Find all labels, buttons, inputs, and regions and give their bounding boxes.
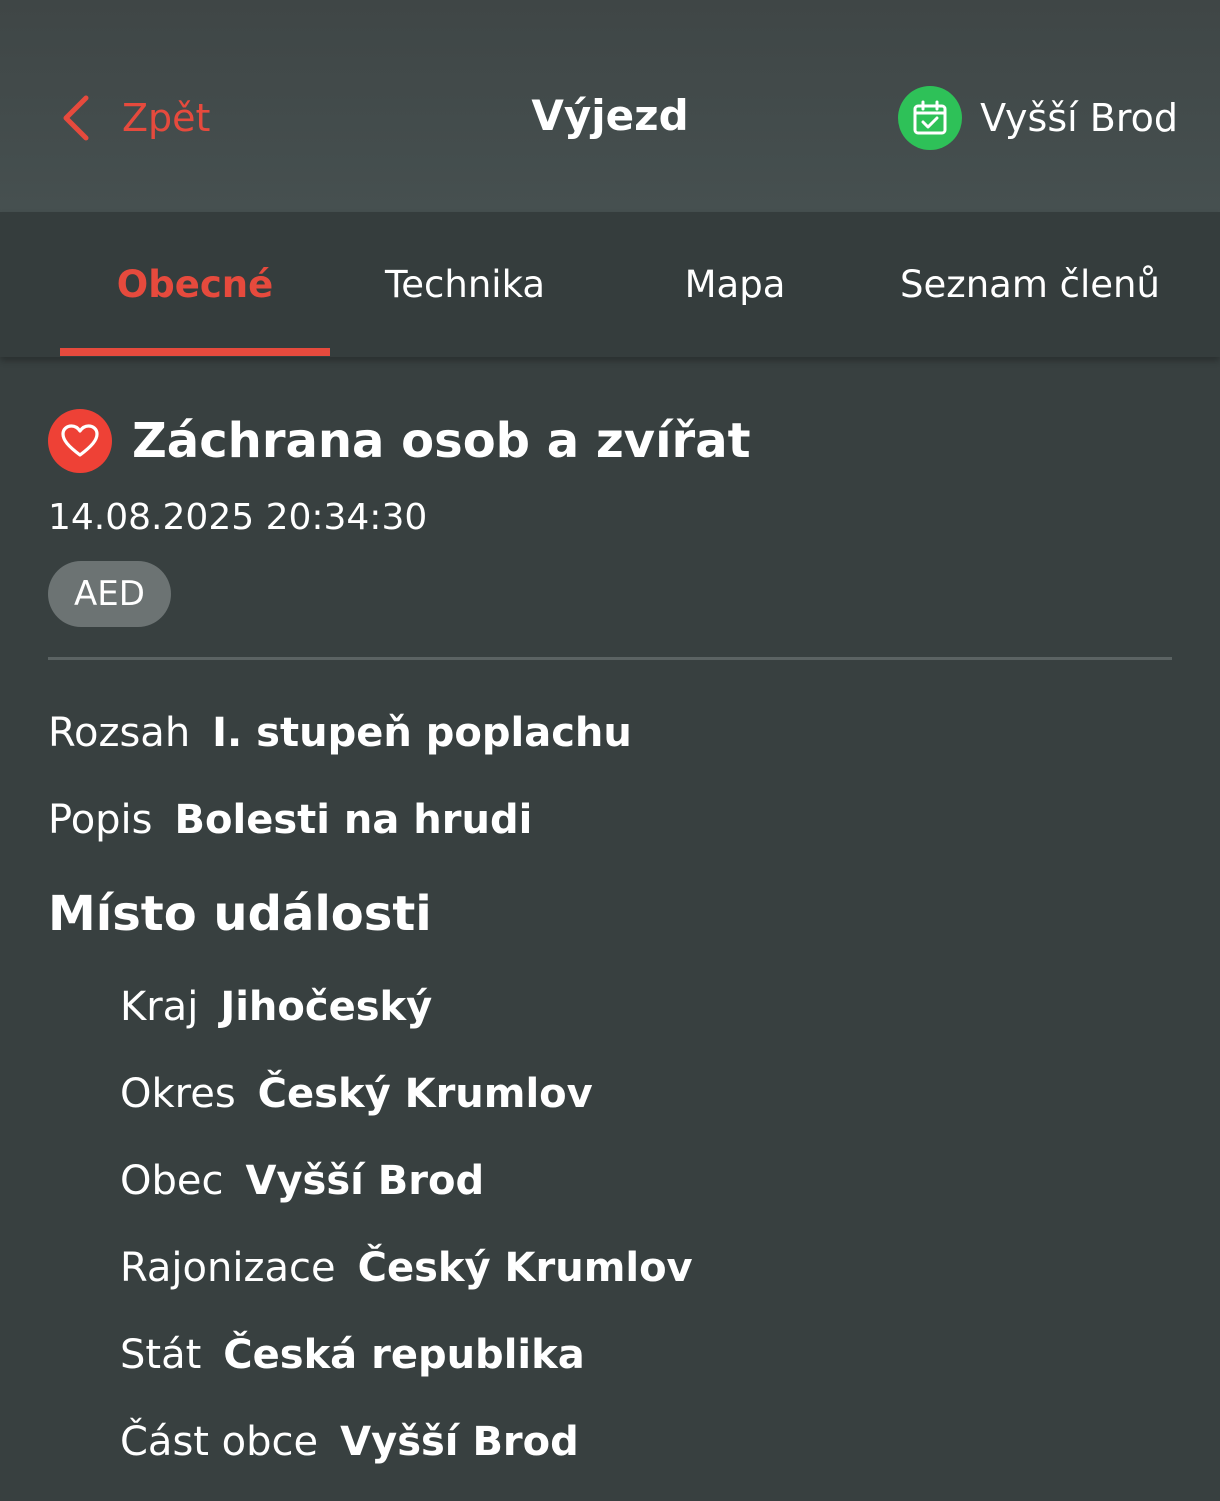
location-row-kraj: Kraj Jihočeský — [120, 964, 1172, 1051]
location-label: Obec — [120, 1158, 224, 1204]
location-label: Rajonizace — [120, 1245, 336, 1291]
location-value: Jihočeský — [220, 984, 433, 1030]
location-row-rajonizace: Rajonizace Český Krumlov — [120, 1225, 1172, 1312]
detail-row-rozsah: Rozsah I. stupeň poplachu — [48, 690, 1172, 777]
divider — [48, 657, 1172, 660]
tab-mapa[interactable]: Mapa — [600, 212, 870, 357]
location-label: Kraj — [120, 984, 199, 1030]
location-row-obec: Obec Vyšší Brod — [120, 1138, 1172, 1225]
top-app-bar: Zpět Výjezd Vyšší Brod — [0, 0, 1220, 212]
org-label: Vyšší Brod — [980, 96, 1178, 140]
detail-value: Bolesti na hrudi — [174, 797, 533, 843]
event-detail: Záchrana osob a zvířat 14.08.2025 20:34:… — [48, 405, 1172, 1486]
org-selector[interactable]: Vyšší Brod — [898, 86, 1178, 150]
event-badge: AED — [48, 561, 171, 627]
location-label: Část obce — [120, 1419, 319, 1465]
calendar-check-icon — [898, 86, 963, 150]
tab-obecne[interactable]: Obecné — [60, 212, 330, 357]
heart-icon — [48, 409, 112, 473]
detail-value: I. stupeň poplachu — [212, 710, 632, 756]
location-label: Okres — [120, 1071, 236, 1117]
location-value: Český Krumlov — [257, 1071, 593, 1117]
location-value: Vyšší Brod — [340, 1419, 579, 1465]
location-value: Česká republika — [223, 1332, 585, 1378]
location-row-stat: Stát Česká republika — [120, 1312, 1172, 1399]
tab-seznam-clenu[interactable]: Seznam členů — [870, 212, 1190, 357]
event-title: Záchrana osob a zvířat — [132, 413, 751, 469]
location-section-title: Místo události — [48, 886, 432, 942]
active-tab-indicator — [60, 348, 330, 356]
location-value: Český Krumlov — [357, 1245, 693, 1291]
location-value: Vyšší Brod — [245, 1158, 485, 1204]
location-list: Kraj Jihočeský Okres Český Krumlov Obec Vyš… — [48, 964, 1172, 1486]
location-row-okres: Okres Český Krumlov — [120, 1051, 1172, 1138]
location-row-cast-obce: Část obce Vyšší Brod — [120, 1399, 1172, 1486]
location-label: Stát — [120, 1332, 202, 1378]
tab-technika[interactable]: Technika — [330, 212, 600, 357]
detail-label: Rozsah — [48, 710, 191, 756]
event-header: Záchrana osob a zvířat — [48, 405, 1172, 477]
detail-label: Popis — [48, 797, 153, 843]
detail-row-popis: Popis Bolesti na hrudi — [48, 777, 1172, 864]
tab-bar: Obecné Technika Mapa Seznam členů — [0, 212, 1220, 357]
event-datetime: 14.08.2025 20:34:30 — [48, 497, 428, 538]
